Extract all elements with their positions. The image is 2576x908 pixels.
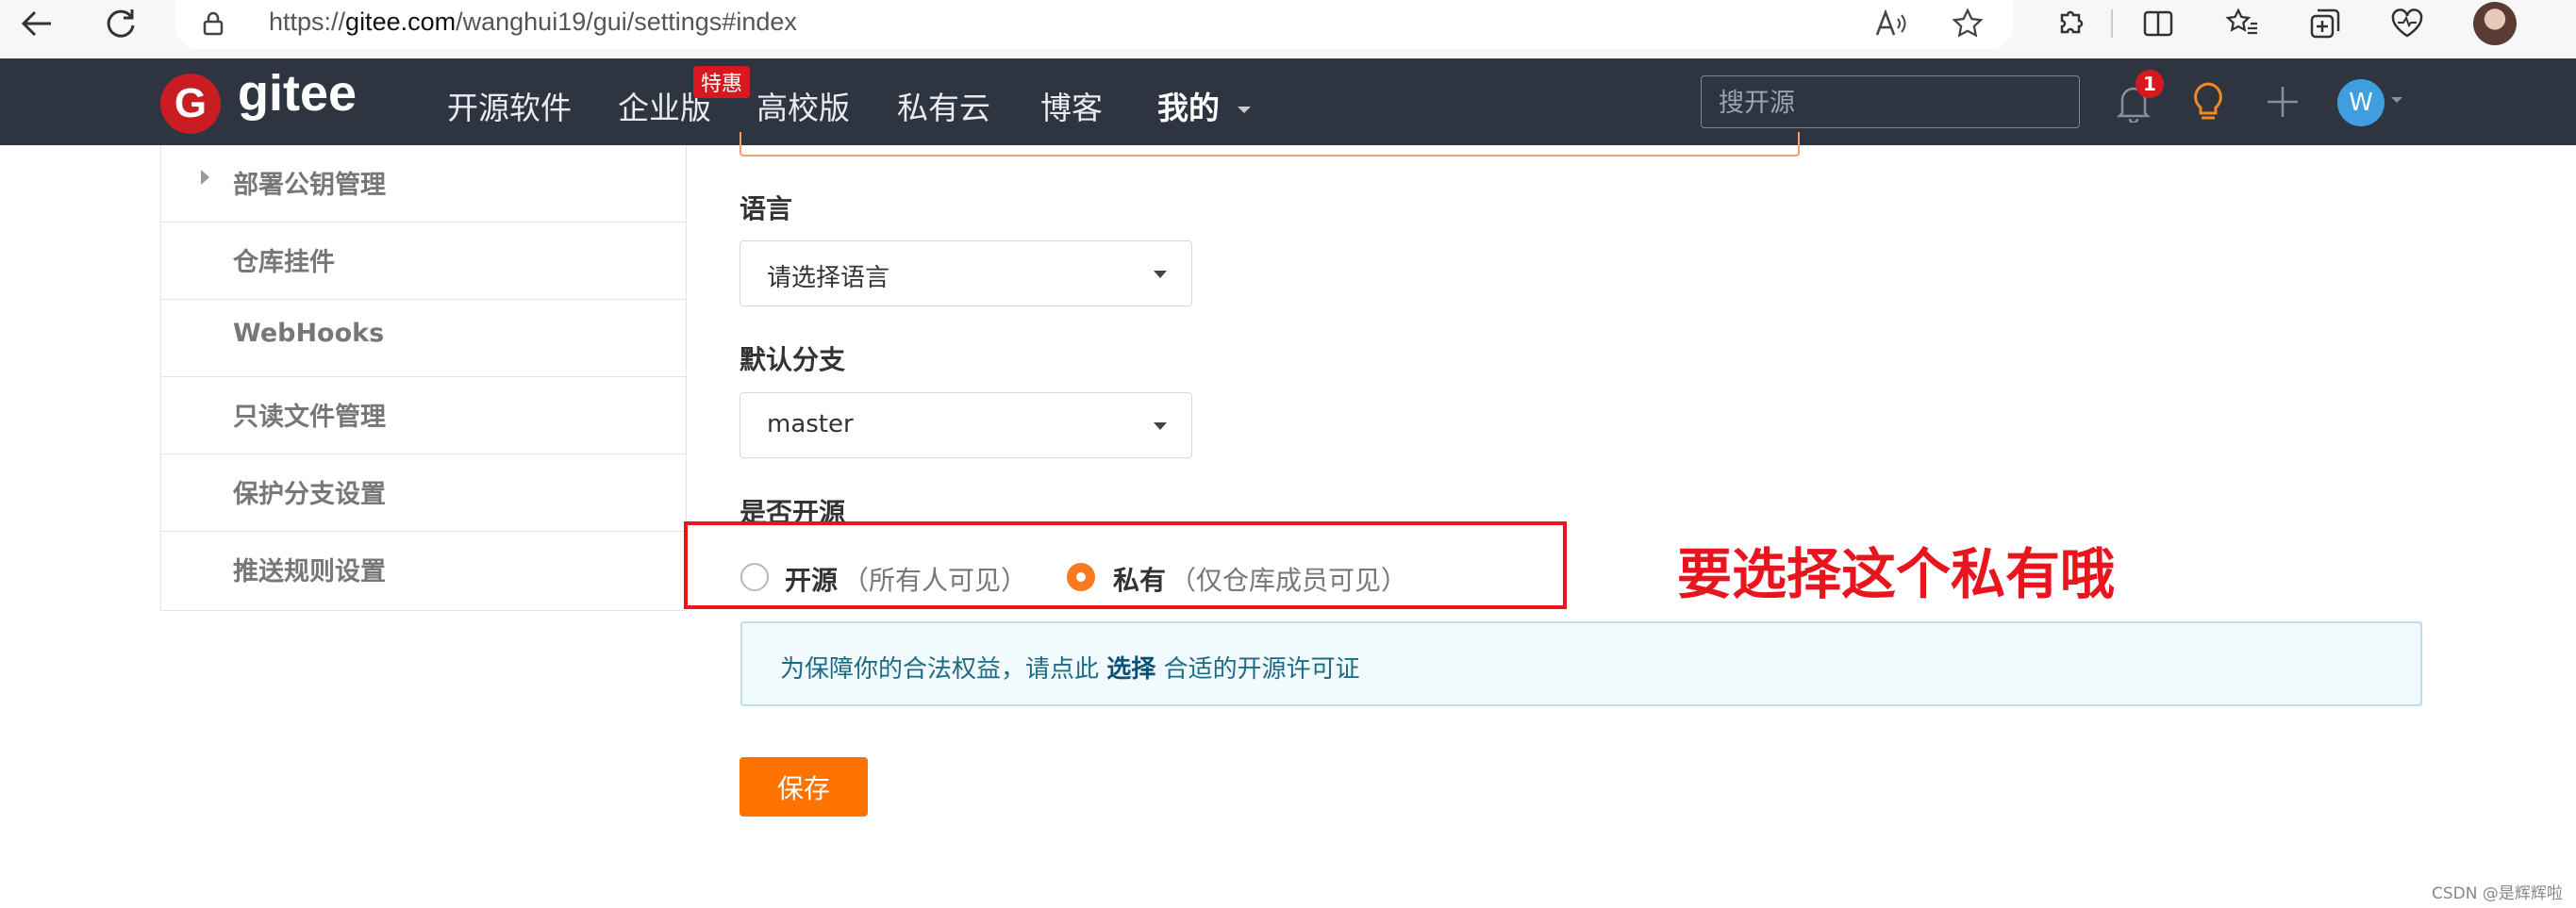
license-select-link[interactable]: 选择 — [1106, 655, 1155, 684]
nav-item-private-cloud[interactable]: 私有云 — [897, 83, 990, 128]
sidebar-item-label: 仓库挂件 — [233, 248, 335, 277]
split-screen-icon[interactable] — [2135, 0, 2182, 47]
caret-down-icon — [1154, 422, 1167, 430]
nav-item-mine[interactable]: 我的 — [1157, 83, 1252, 128]
radio-open-source-label[interactable]: 开源 — [785, 560, 838, 598]
url-text: https://gitee.com/wanghui19/gui/settings… — [269, 8, 797, 36]
sidebar-item-label: 保护分支设置 — [233, 480, 386, 509]
save-button[interactable]: 保存 — [740, 757, 868, 817]
settings-sidebar: 部署公钥管理 仓库挂件 WebHooks 只读文件管理 保护分支设置 推送规则设… — [160, 145, 687, 611]
plus-icon[interactable] — [2266, 85, 2300, 123]
default-branch-label: 默认分支 — [740, 344, 846, 375]
sidebar-item-readonly-files[interactable]: 只读文件管理 — [161, 377, 686, 454]
language-label: 语言 — [740, 193, 793, 224]
sidebar-item-label: WebHooks — [233, 319, 385, 348]
sidebar-item-label: 只读文件管理 — [233, 403, 386, 432]
sidebar-item-webhooks[interactable]: WebHooks — [161, 300, 686, 377]
previous-input-field[interactable] — [740, 132, 1800, 157]
search-input[interactable] — [1717, 88, 2060, 119]
gitee-logo[interactable]: G — [160, 74, 221, 134]
health-icon[interactable] — [2384, 0, 2431, 47]
license-notice: 为保障你的合法权益，请点此 选择 合适的开源许可证 — [740, 621, 2422, 706]
radio-open-source-hint: （所有人可见） — [842, 565, 1028, 596]
default-branch-select[interactable]: master — [740, 392, 1192, 458]
notification-count-badge: 1 — [2136, 70, 2164, 98]
sidebar-item-deploy-keys[interactable]: 部署公钥管理 — [161, 145, 686, 223]
watermark: CSDN @是辉辉啦 — [2432, 884, 2563, 903]
caret-down-icon — [1154, 271, 1167, 278]
radio-private[interactable] — [1067, 563, 1095, 591]
read-aloud-icon[interactable] — [1868, 0, 1915, 47]
favorite-star-icon[interactable] — [1944, 0, 1991, 47]
user-avatar[interactable]: W — [2337, 79, 2385, 126]
search-field[interactable] — [1701, 75, 2080, 128]
annotation-text: 要选择这个私有哦 — [1677, 542, 2116, 606]
nav-item-open-source[interactable]: 开源软件 — [447, 83, 572, 128]
promo-badge: 特惠 — [693, 66, 751, 98]
refresh-icon[interactable] — [97, 0, 144, 47]
browser-profile-avatar[interactable] — [2473, 2, 2517, 45]
gitee-wordmark[interactable]: gitee — [238, 64, 357, 123]
back-icon[interactable] — [13, 0, 60, 47]
sidebar-item-widgets[interactable]: 仓库挂件 — [161, 223, 686, 300]
chevron-down-icon — [1237, 106, 1251, 113]
sidebar-item-push-rules[interactable]: 推送规则设置 — [161, 532, 686, 609]
sidebar-item-label: 推送规则设置 — [233, 557, 386, 586]
language-select[interactable]: 请选择语言 — [740, 240, 1192, 306]
default-branch-value: master — [767, 410, 854, 438]
radio-private-label[interactable]: 私有 — [1113, 560, 1166, 598]
radio-private-hint: （仅仓库成员可见） — [1170, 565, 1408, 596]
nav-item-blog[interactable]: 博客 — [1040, 83, 1103, 128]
sidebar-item-protected-branches[interactable]: 保护分支设置 — [161, 454, 686, 532]
extensions-icon[interactable] — [2047, 0, 2094, 47]
toolbar-divider — [2111, 9, 2113, 38]
lock-icon — [203, 11, 224, 40]
address-bar[interactable]: https://gitee.com/wanghui19/gui/settings… — [175, 0, 2014, 49]
sidebar-item-label: 部署公钥管理 — [233, 171, 386, 200]
chevron-down-icon[interactable] — [2390, 96, 2403, 105]
nav-mine-label: 我的 — [1157, 90, 1220, 126]
language-select-value: 请选择语言 — [767, 264, 890, 292]
lightbulb-icon[interactable] — [2190, 81, 2226, 126]
radio-open-source[interactable] — [740, 563, 769, 591]
browser-toolbar: https://gitee.com/wanghui19/gui/settings… — [0, 0, 2576, 58]
nav-item-education[interactable]: 高校版 — [756, 83, 850, 128]
caret-right-icon — [201, 170, 209, 185]
license-notice-text: 为保障你的合法权益，请点此 选择 合适的开源许可证 — [780, 655, 1360, 684]
collections-icon[interactable] — [2302, 0, 2349, 47]
favorites-icon[interactable] — [2219, 0, 2266, 47]
